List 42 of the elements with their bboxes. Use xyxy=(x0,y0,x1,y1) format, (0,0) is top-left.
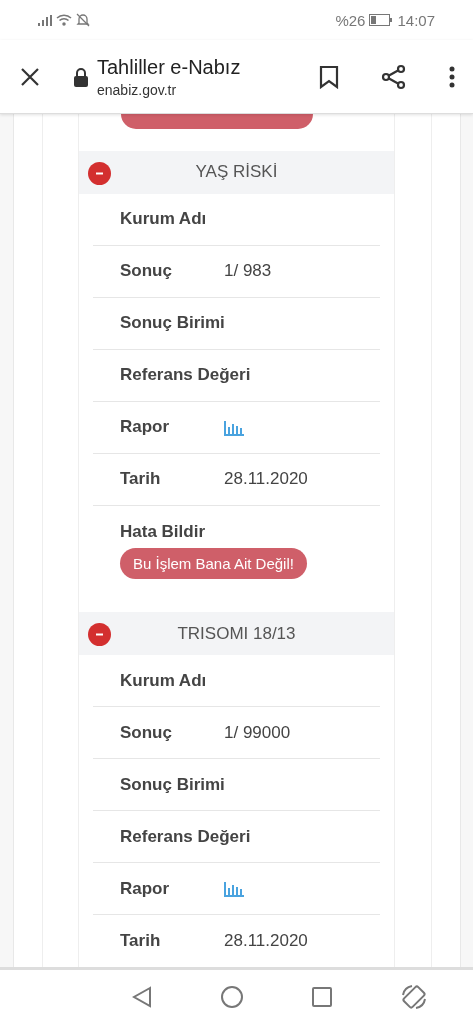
battery-percent: %26 xyxy=(335,11,366,29)
share-icon[interactable] xyxy=(381,63,407,90)
field-label: Referans Değeri xyxy=(119,365,251,386)
close-icon[interactable] xyxy=(20,66,40,87)
section-header[interactable]: YAŞ RİSKİ xyxy=(79,150,394,194)
not-mine-button[interactable]: Bu İşlem Bana Ait Değil! xyxy=(120,547,307,579)
back-icon[interactable] xyxy=(132,986,152,1008)
field-label: Sonuç xyxy=(119,722,173,743)
collapse-icon[interactable] xyxy=(88,623,111,647)
field-label: Tarih xyxy=(119,931,162,951)
more-options-icon[interactable] xyxy=(449,65,455,88)
field-value: 1/ 99000 xyxy=(224,722,291,743)
signal-icon xyxy=(38,14,52,26)
clock-time: 14:07 xyxy=(397,11,435,29)
lock-icon xyxy=(73,66,89,87)
not-mine-button[interactable] xyxy=(121,114,313,129)
field-label: Tarih xyxy=(119,469,162,490)
section-header[interactable]: TRISOMI 18/13 xyxy=(79,612,394,655)
field-value: 28.11.2020 xyxy=(224,931,308,951)
field-label: Rapor xyxy=(119,878,171,899)
field-label: Referans Değeri xyxy=(119,826,251,847)
field-label: Kurum Adı xyxy=(119,670,208,691)
bar-chart-icon[interactable] xyxy=(224,880,244,897)
muted-bell-icon xyxy=(76,13,90,27)
field-label: Hata Bildir xyxy=(119,521,207,542)
page-title: Tahliller e-Nabız xyxy=(97,55,242,79)
collapse-icon[interactable] xyxy=(88,161,111,185)
rotate-icon[interactable] xyxy=(400,983,428,1011)
recent-apps-icon[interactable] xyxy=(312,987,332,1007)
home-icon[interactable] xyxy=(220,985,244,1009)
field-label: Rapor xyxy=(119,417,171,438)
field-label: Sonuç Birimi xyxy=(119,313,225,334)
wifi-icon xyxy=(56,14,72,26)
bookmark-icon[interactable] xyxy=(319,64,339,89)
bar-chart-icon[interactable] xyxy=(224,418,244,436)
field-label: Kurum Adı xyxy=(119,209,208,230)
field-value: 28.11.2020 xyxy=(224,469,308,490)
field-label: Sonuç Birimi xyxy=(119,774,225,795)
page-url: enabiz.gov.tr xyxy=(97,81,178,98)
field-label: Sonuç xyxy=(119,261,173,282)
battery-icon xyxy=(369,14,394,26)
field-value: 1/ 983 xyxy=(224,261,272,282)
